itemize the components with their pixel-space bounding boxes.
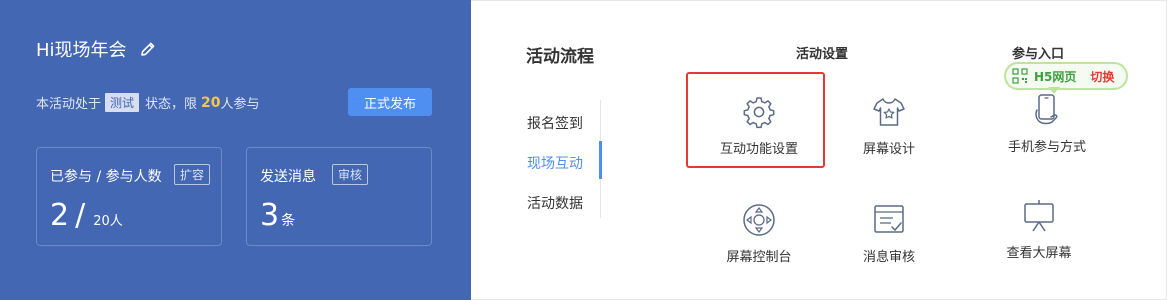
- status-tag: 测试: [105, 93, 140, 112]
- activity-dashboard: Hi现场年会 本活动处于 测试 状态，限 20 人参与 正式发布 已参与 / 参…: [0, 0, 1167, 300]
- tile-screen-design[interactable]: 屏幕设计: [824, 94, 954, 157]
- column-head-settings: 活动设置: [796, 47, 849, 62]
- tile-phone-join[interactable]: 手机参与方式: [982, 92, 1112, 155]
- tile-screen-console[interactable]: 屏幕控制台: [694, 202, 824, 265]
- publish-button[interactable]: 正式发布: [348, 88, 432, 116]
- dpad-icon: [743, 204, 775, 236]
- messages-unit: 条: [281, 213, 296, 229]
- participants-total: 20人: [93, 214, 123, 229]
- h5-bubble-tail: [1048, 87, 1060, 94]
- pencil-icon[interactable]: [139, 40, 157, 58]
- expand-button[interactable]: 扩容: [174, 164, 211, 185]
- flow-title: 活动流程: [526, 47, 594, 67]
- tile-view-big-screen[interactable]: 查看大屏幕: [974, 198, 1104, 261]
- tile-label: 屏幕控制台: [726, 250, 792, 265]
- menu-item-live-interaction[interactable]: 现场互动: [527, 153, 583, 173]
- participants-separator: /: [75, 198, 86, 233]
- tile-label: 手机参与方式: [1007, 140, 1086, 155]
- h5-switch-link[interactable]: 切换: [1090, 68, 1114, 85]
- participants-count: 2: [50, 198, 70, 233]
- event-title-row: Hi现场年会: [36, 36, 157, 62]
- review-list-icon: [874, 205, 904, 233]
- tshirt-icon: [873, 98, 905, 126]
- h5-label: H5网页: [1034, 69, 1077, 84]
- event-title: Hi现场年会: [36, 40, 127, 61]
- review-button[interactable]: 审核: [332, 164, 369, 185]
- qrcode-icon: [1012, 68, 1028, 84]
- status-suffix: 人参与: [220, 97, 260, 112]
- event-status-row: 本活动处于 测试 状态，限 20 人参与: [36, 93, 260, 112]
- messages-label: 发送消息: [260, 169, 316, 185]
- menu-item-activity-data[interactable]: 活动数据: [527, 193, 583, 213]
- messages-card: 发送消息 审核 3 条: [246, 147, 432, 246]
- projector-screen-icon: [1024, 200, 1054, 232]
- tile-message-review[interactable]: 消息审核: [824, 202, 954, 265]
- menu-item-signup[interactable]: 报名签到: [527, 113, 583, 133]
- phone-hand-icon: [1035, 94, 1058, 125]
- flow-menu-active-indicator: [599, 141, 602, 179]
- status-prefix: 本活动处于: [36, 97, 102, 112]
- status-middle: 状态，限: [145, 97, 198, 112]
- selection-highlight: [686, 72, 825, 168]
- messages-count: 3: [260, 198, 280, 233]
- participant-limit: 20: [201, 94, 221, 111]
- h5-entry-bubble[interactable]: H5网页 切换: [1004, 62, 1128, 90]
- participants-value: 2 / 20人: [50, 198, 123, 233]
- messages-value: 3 条: [260, 198, 295, 233]
- event-summary-panel: Hi现场年会 本活动处于 测试 状态，限 20 人参与 正式发布 已参与 / 参…: [0, 0, 471, 300]
- participants-card: 已参与 / 参与人数 扩容 2 / 20人: [36, 147, 222, 246]
- tile-label: 屏幕设计: [862, 142, 915, 157]
- participants-label: 已参与 / 参与人数: [50, 169, 162, 185]
- column-head-entry: 参与入口: [1012, 47, 1065, 62]
- tile-label: 查看大屏幕: [1006, 246, 1072, 261]
- tile-label: 消息审核: [862, 250, 915, 265]
